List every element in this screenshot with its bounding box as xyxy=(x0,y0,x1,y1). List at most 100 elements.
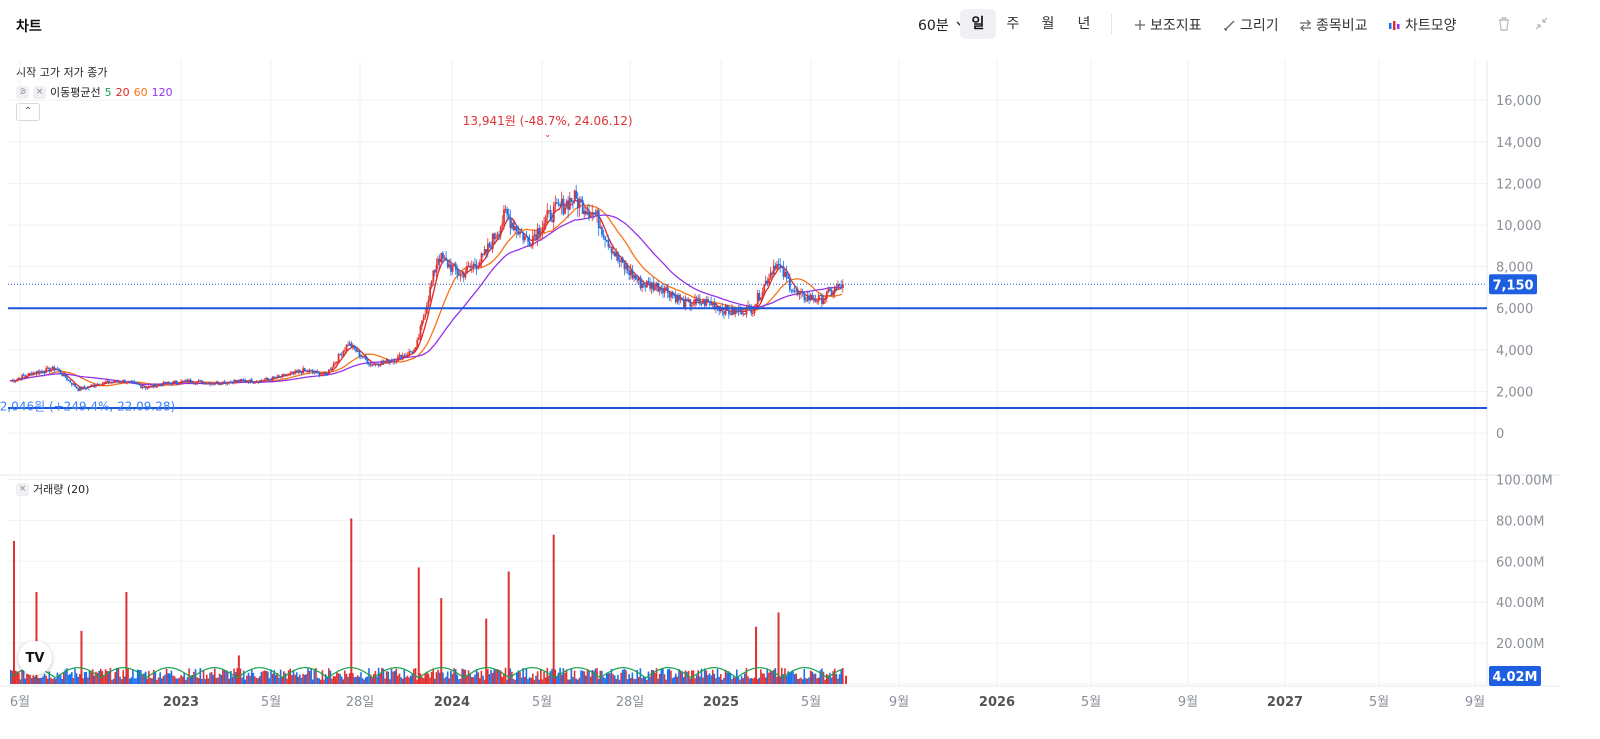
candle-body xyxy=(681,298,684,300)
chart-style-button[interactable]: 차트모양 xyxy=(1388,15,1457,35)
candle-body xyxy=(838,283,841,286)
volume-bar xyxy=(132,670,134,684)
candle-body xyxy=(434,270,436,273)
candle-body xyxy=(674,295,677,303)
draw-button[interactable]: 그리기 xyxy=(1223,15,1279,35)
period-day[interactable]: 일 xyxy=(960,9,996,39)
volume-bar xyxy=(226,671,229,684)
volume-bar xyxy=(438,672,441,684)
candle-body xyxy=(103,382,105,384)
volume-bar xyxy=(646,679,648,684)
volume-bar xyxy=(679,671,682,684)
candle-body xyxy=(281,374,284,378)
candle-body xyxy=(230,381,232,383)
candle-body xyxy=(692,304,695,306)
candle-body xyxy=(133,381,136,383)
volume-bar xyxy=(570,668,573,684)
time-tick-label: 9월 xyxy=(1465,695,1485,710)
volume-bar xyxy=(72,678,75,684)
candle-body xyxy=(774,265,777,269)
candle-body xyxy=(536,228,539,240)
volume-bar xyxy=(120,679,123,684)
volume-bar xyxy=(38,678,41,684)
eye-off-icon[interactable]: ⊘ xyxy=(16,85,29,99)
candle-body xyxy=(816,301,819,303)
volume-bar xyxy=(721,679,724,684)
candle-body xyxy=(51,366,54,370)
candle-body xyxy=(840,285,843,288)
volume-spike xyxy=(417,567,420,684)
candle-body xyxy=(329,369,332,371)
candle-body xyxy=(769,272,772,279)
volume-bar xyxy=(244,679,247,684)
volume-bar xyxy=(265,670,267,684)
candle-body xyxy=(636,279,639,281)
volume-bar xyxy=(589,676,592,684)
volume-bar xyxy=(260,672,263,684)
volume-bar xyxy=(737,676,740,684)
candle-body xyxy=(782,266,785,277)
ma-line xyxy=(9,199,843,389)
candle-body xyxy=(832,292,835,296)
volume-bar xyxy=(406,675,409,684)
candle-body xyxy=(670,293,672,298)
volume-bar xyxy=(691,670,693,684)
trash-icon[interactable] xyxy=(1497,16,1511,31)
period-week[interactable]: 주 xyxy=(995,9,1031,39)
candle-body xyxy=(37,371,40,374)
candle-body xyxy=(24,375,27,377)
volume-bar xyxy=(697,670,700,684)
volume-bar xyxy=(681,672,683,684)
volume-bar xyxy=(43,673,46,684)
candle-body xyxy=(721,307,724,312)
volume-bar xyxy=(604,678,606,684)
period-year[interactable]: 년 xyxy=(1066,9,1102,39)
volume-bar xyxy=(474,674,476,684)
candle-body xyxy=(498,234,501,236)
volume-bar xyxy=(808,677,810,684)
interval-value: 60분 xyxy=(918,18,949,34)
volume-bar xyxy=(133,678,136,684)
candle-body xyxy=(59,370,62,375)
candle-body xyxy=(504,209,507,211)
volume-bar xyxy=(307,668,309,684)
volume-bar xyxy=(34,676,36,684)
candle-body xyxy=(719,307,722,312)
candle-body xyxy=(22,375,25,377)
candle-body xyxy=(623,262,626,269)
close-icon[interactable]: × xyxy=(16,482,29,496)
period-month[interactable]: 월 xyxy=(1030,9,1066,39)
legend-collapse-button[interactable]: ⌃ xyxy=(16,103,40,121)
volume-bar xyxy=(723,677,725,684)
candle-body xyxy=(381,360,383,366)
candle-body xyxy=(273,376,276,378)
candle-body xyxy=(63,373,65,377)
candle-body xyxy=(511,222,513,229)
candle-body xyxy=(731,307,733,315)
volume-bar xyxy=(596,668,598,684)
volume-bar xyxy=(432,668,435,684)
volume-bar xyxy=(466,675,468,684)
volume-bar xyxy=(829,672,831,684)
candle-body xyxy=(527,237,529,242)
candle-body xyxy=(605,239,608,241)
time-tick-label: 2026 xyxy=(979,695,1015,710)
compare-button[interactable]: 종목비교 xyxy=(1299,15,1368,35)
volume-bar xyxy=(50,677,52,684)
candle-body xyxy=(38,371,41,374)
volume-bar xyxy=(559,667,561,684)
candle-body xyxy=(361,356,364,358)
volume-bar xyxy=(305,674,308,684)
close-icon[interactable]: × xyxy=(33,85,46,99)
price-chart[interactable]: 7,150 4.02M 0 2,000 4,000 6,000 8,000 10,000 12… xyxy=(0,0,1600,739)
volume-bar xyxy=(29,675,31,684)
volume-bar xyxy=(750,677,753,684)
collapse-icon[interactable] xyxy=(1535,17,1548,30)
candle-body xyxy=(258,380,261,383)
volume-bar xyxy=(740,675,743,684)
volume-bar xyxy=(832,671,834,684)
volume-bar xyxy=(159,672,161,684)
indicator-button[interactable]: 보조지표 xyxy=(1134,15,1202,35)
candle-body xyxy=(739,307,742,312)
volume-bar xyxy=(800,677,802,684)
